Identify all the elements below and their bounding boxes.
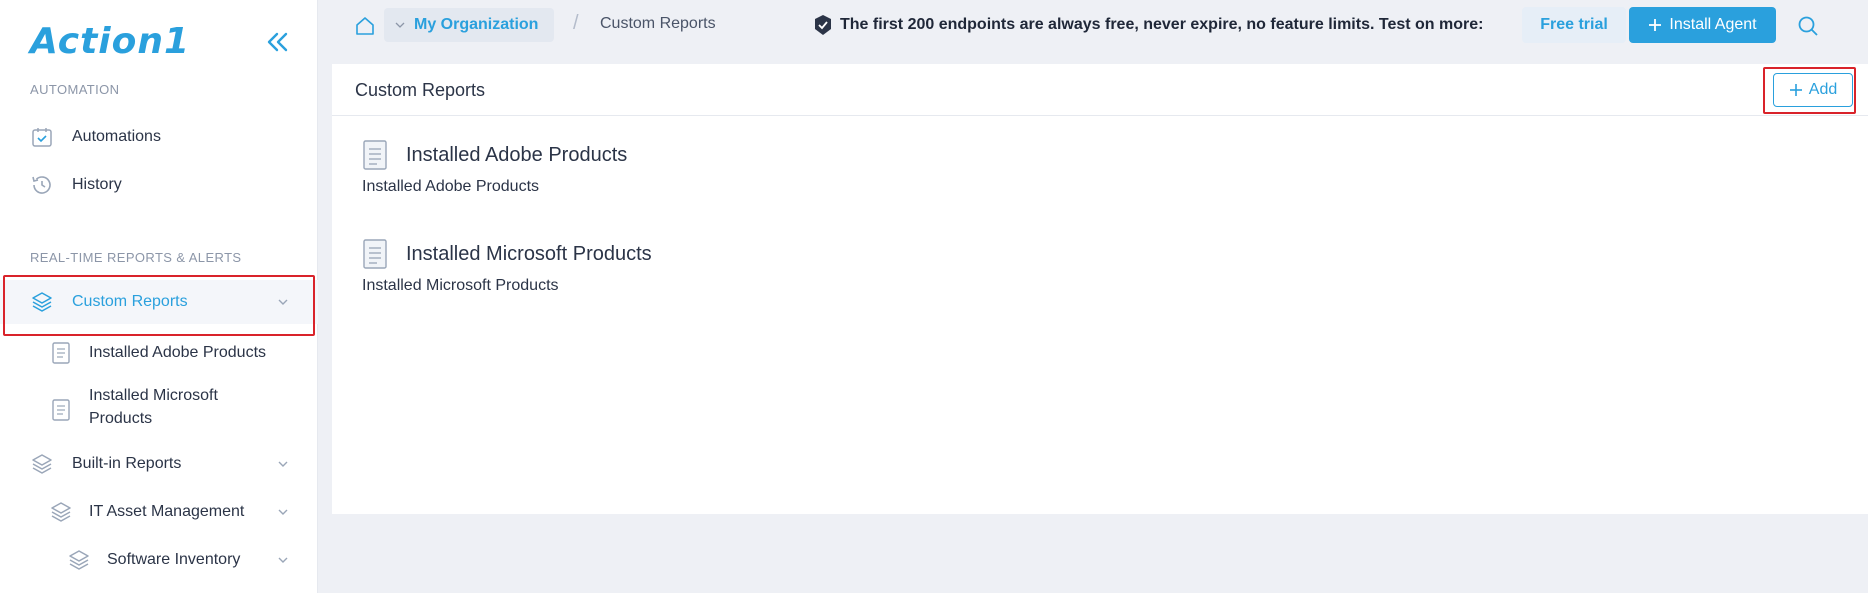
sidebar-item-label: Custom Reports [72,293,188,310]
organization-selector[interactable]: My Organization [384,8,554,42]
sidebar-item-label: Products [89,410,153,427]
add-label: Add [1808,81,1838,98]
breadcrumb-current: Custom Reports [600,15,716,32]
report-description: Installed Adobe Products [362,178,540,195]
sidebar: Action1 AUTOMATION Automations History R… [0,0,318,593]
report-description: Installed Microsoft Products [362,277,559,294]
search-icon[interactable] [1796,14,1820,38]
promo-banner: The first 200 endpoints are always free,… [812,12,1483,38]
chevron-down-icon[interactable] [276,295,290,309]
sidebar-item-installed-adobe[interactable]: Installed Adobe Products [0,331,318,375]
organization-name: My Organization [414,16,539,33]
sidebar-item-label: Software Inventory [107,551,241,568]
layers-icon [51,502,71,522]
sidebar-item-custom-reports[interactable]: Custom Reports [0,280,318,324]
document-icon [363,239,387,269]
page-title: Custom Reports [355,80,486,100]
sidebar-item-label: Automations [72,128,161,145]
section-label-automation: AUTOMATION [30,82,120,97]
promo-text: The first 200 endpoints are always free,… [840,16,1484,33]
section-label-reports: REAL-TIME REPORTS & ALERTS [30,250,242,265]
sidebar-item-label: Installed Microsoft [89,387,218,404]
logo-row: Action1 [30,22,292,62]
install-agent-label: Install Agent [1669,16,1757,33]
install-agent-button[interactable]: Install Agent [1629,7,1776,43]
sidebar-item-label: Installed Adobe Products [89,344,267,361]
logo: Action1 [30,21,191,62]
sidebar-item-software-inventory[interactable]: Software Inventory [0,538,318,582]
chevron-down-icon[interactable] [276,505,290,519]
collapse-icon[interactable] [264,30,292,54]
report-title[interactable]: Installed Microsoft Products [406,243,652,266]
document-icon [363,140,387,170]
chevron-down-icon [395,22,405,28]
sidebar-item-automations[interactable]: Automations [0,115,318,159]
sidebar-item-label: History [72,176,122,193]
list-item-report[interactable]: Installed Adobe Products Installed Adobe… [362,140,962,210]
layers-icon [32,292,52,312]
layers-icon [32,454,52,474]
sidebar-item-installed-microsoft[interactable]: Installed Microsoft Products [0,380,318,440]
sidebar-item-label: IT Asset Management [89,503,245,520]
sidebar-item-history[interactable]: History [0,163,318,207]
home-icon[interactable] [354,15,376,37]
report-title[interactable]: Installed Adobe Products [406,144,627,167]
panel-header: Custom Reports Add [332,64,1868,116]
document-icon [52,342,70,364]
sidebar-item-it-asset-management[interactable]: IT Asset Management [0,490,318,534]
calendar-check-icon [32,128,52,147]
topbar: My Organization / Custom Reports The fir… [318,0,1868,52]
sidebar-item-label: Built-in Reports [72,455,182,472]
main-panel: Custom Reports Add Installed Adobe Produ… [332,64,1868,514]
plus-icon [1789,84,1802,96]
sidebar-item-builtin-reports[interactable]: Built-in Reports [0,442,318,486]
chevron-down-icon[interactable] [276,553,290,567]
free-trial-button[interactable]: Free trial [1522,7,1626,43]
document-icon [52,399,70,421]
add-button[interactable]: Add [1773,73,1853,107]
layers-icon [69,550,89,570]
plus-icon [1649,19,1662,31]
shield-check-icon [815,15,831,35]
breadcrumb-separator: / [573,12,579,34]
chevron-down-icon[interactable] [276,457,290,471]
list-item-report[interactable]: Installed Microsoft Products Installed M… [362,239,962,309]
history-icon [32,176,51,194]
